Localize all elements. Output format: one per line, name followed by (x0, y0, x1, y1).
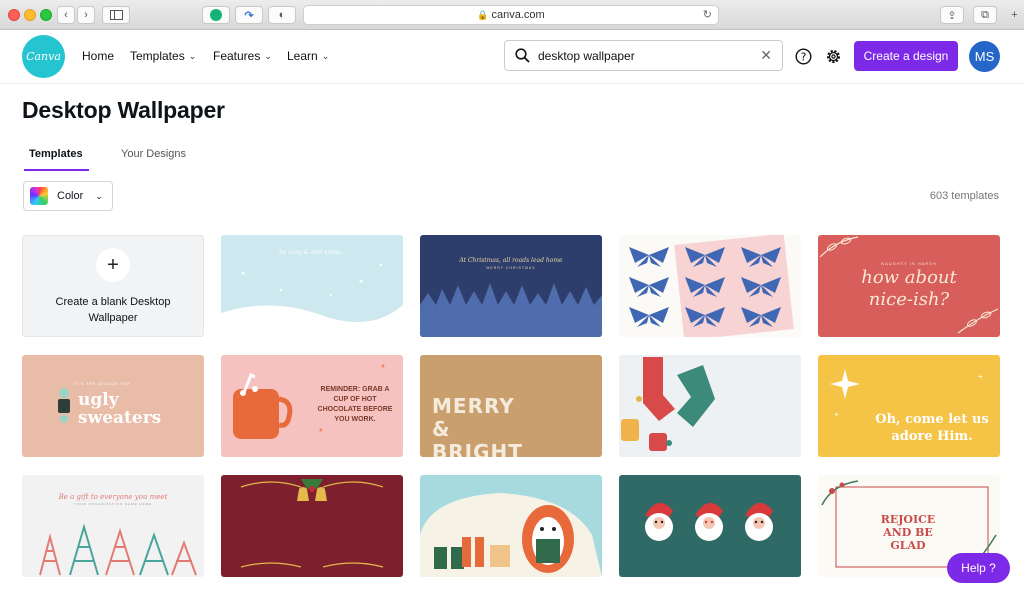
color-filter-dropdown[interactable]: Color ⌄ (23, 181, 113, 211)
color-swatch-icon (30, 187, 48, 205)
card-text: be cozy & and snow... (279, 249, 345, 256)
chevron-down-icon: ⌄ (321, 50, 330, 61)
extension-icon: ↷ (244, 9, 254, 22)
template-card-ugly-sweaters[interactable]: IT'S THE SEASON FOR ugly sweaters (22, 355, 204, 457)
create-design-button[interactable]: Create a design (854, 41, 958, 71)
nav-learn[interactable]: Learn ⌄ (287, 49, 329, 63)
chevron-down-icon: ⌄ (188, 50, 197, 61)
template-count: 603 templates (929, 190, 999, 202)
template-card-hot-chocolate[interactable]: * * REMINDER: GRAB A CUP OF HOT CHOCOLATE… (221, 355, 403, 457)
tabs-overview-button[interactable]: ⧉ (973, 6, 997, 24)
active-tab-indicator (24, 169, 89, 171)
color-filter-label: Color (57, 190, 84, 202)
privacy-extension-button[interactable]: ◐ (268, 6, 296, 24)
card-subtext: YOUR ORGANIZATION NAME HERE (74, 502, 152, 506)
nav-home[interactable]: Home (82, 49, 114, 63)
svg-text:+: + (834, 410, 839, 419)
tab-templates[interactable]: Templates (29, 148, 83, 160)
card-subtext: MERRY CHRISTMAS (486, 266, 536, 270)
chevron-down-icon: ⌄ (95, 190, 103, 201)
search-icon (515, 48, 530, 63)
tab-your-designs[interactable]: Your Designs (121, 148, 186, 160)
lock-icon: 🔒 (477, 9, 489, 20)
card-subtext: NAUGHTY IS HARSH (881, 261, 937, 266)
chevron-right-icon: › (84, 9, 88, 21)
card-text: ugly sweaters (78, 390, 162, 428)
template-card-be-a-gift[interactable]: Be a gift to everyone you meet YOUR ORGA… (22, 475, 204, 577)
sidebar-toggle-button[interactable] (102, 6, 130, 24)
close-window-button[interactable] (8, 9, 20, 21)
template-card-nice-ish[interactable]: NAUGHTY IS HARSH how about nice-ish? (818, 235, 1000, 337)
chevron-left-icon: ‹ (64, 9, 68, 21)
card-text: MERRY & BRIGHT (432, 394, 523, 458)
create-blank-label: Create a blank Desktop Wallpaper (55, 296, 171, 324)
zoom-window-button[interactable] (40, 9, 52, 21)
user-avatar[interactable]: MS (969, 41, 1000, 72)
santa-faces-illustration (645, 502, 773, 541)
sidebar-icon (109, 10, 123, 20)
extension-button[interactable]: ↷ (235, 6, 263, 24)
svg-text:+: + (978, 372, 983, 381)
template-card-santas[interactable] (619, 475, 801, 577)
grammarly-icon (210, 9, 222, 21)
nav-templates[interactable]: Templates ⌄ (130, 49, 196, 63)
template-card-butterflies[interactable] (619, 235, 801, 337)
minimize-window-button[interactable] (24, 9, 36, 21)
chevron-down-icon: ⌄ (264, 50, 272, 61)
search-box: ✕ (504, 40, 783, 71)
url-text: canva.com (491, 9, 545, 21)
plus-icon: + (96, 248, 130, 282)
page-title: Desktop Wallpaper (22, 97, 225, 123)
template-card-snow[interactable]: be cozy & and snow... (221, 235, 403, 337)
template-card-adore-him[interactable]: + + Oh, come let us adore Him. (818, 355, 1000, 457)
card-text: Oh, come let us adore Him. (875, 412, 989, 444)
template-card-merry-bright[interactable]: MERRY & BRIGHT (420, 355, 602, 457)
trees-illustration (39, 523, 197, 576)
nav-features[interactable]: Features ⌄ (213, 49, 272, 63)
address-bar[interactable]: 🔒 canva.com ↻ (303, 5, 719, 25)
card-text: At Christmas, all roads lead home (459, 257, 563, 264)
back-button[interactable]: ‹ (57, 6, 75, 24)
create-blank-card[interactable]: + Create a blank Desktop Wallpaper (22, 235, 204, 337)
card-text: Be a gift to everyone you meet (58, 493, 168, 501)
tabs-icon: ⧉ (981, 8, 989, 21)
nav-label: Home (82, 49, 115, 63)
bells-illustration (240, 479, 384, 568)
penguin-gifts-illustration (420, 493, 602, 577)
template-card-bells[interactable] (221, 475, 403, 577)
template-card-penguin[interactable] (420, 475, 602, 577)
shield-icon: ◐ (278, 9, 286, 21)
settings-gear-icon[interactable] (824, 47, 842, 65)
browser-toolbar: ‹ › ↷ ◐ 🔒 canva.com ↻ ⇪ ⧉ + (0, 0, 1024, 30)
nav-label: Templates (130, 49, 185, 63)
template-card-stockings[interactable] (619, 355, 801, 457)
search-input[interactable] (538, 48, 738, 63)
site-header: Canva Home Templates⌄ Features⌄ Learn⌄ ✕… (0, 30, 1024, 84)
stocking-pattern-illustration (621, 357, 715, 451)
card-text: how about nice-ish? (861, 267, 957, 310)
reload-icon[interactable]: ↻ (703, 8, 712, 21)
butterflies-illustration (629, 235, 794, 337)
grammarly-extension-button[interactable] (202, 6, 230, 24)
canva-logo[interactable]: Canva (22, 35, 65, 78)
forward-button[interactable]: › (77, 6, 95, 24)
card-text: REMINDER: GRAB A CUP OF HOT CHOCOLATE BE… (317, 386, 393, 423)
svg-text:?: ? (800, 50, 806, 63)
svg-text:*: * (319, 427, 323, 438)
card-subtext: IT'S THE SEASON FOR (74, 382, 131, 386)
share-icon: ⇪ (947, 9, 957, 22)
plus-icon: + (1011, 9, 1018, 21)
help-button[interactable]: Help ? (947, 553, 1010, 583)
pine-forest-illustration (420, 283, 602, 337)
svg-text:*: * (381, 363, 385, 374)
new-tab-button[interactable]: + (1005, 6, 1024, 24)
help-question-icon[interactable]: ? (794, 47, 812, 65)
nav-label: Learn (287, 49, 318, 63)
clear-search-icon[interactable]: ✕ (760, 47, 772, 64)
card-text: REJOICE AND BE GLAD (880, 513, 936, 552)
template-card-christmas-roads[interactable]: At Christmas, all roads lead home MERRY … (420, 235, 602, 337)
nav-label: Features (213, 49, 261, 63)
share-button[interactable]: ⇪ (940, 6, 964, 24)
